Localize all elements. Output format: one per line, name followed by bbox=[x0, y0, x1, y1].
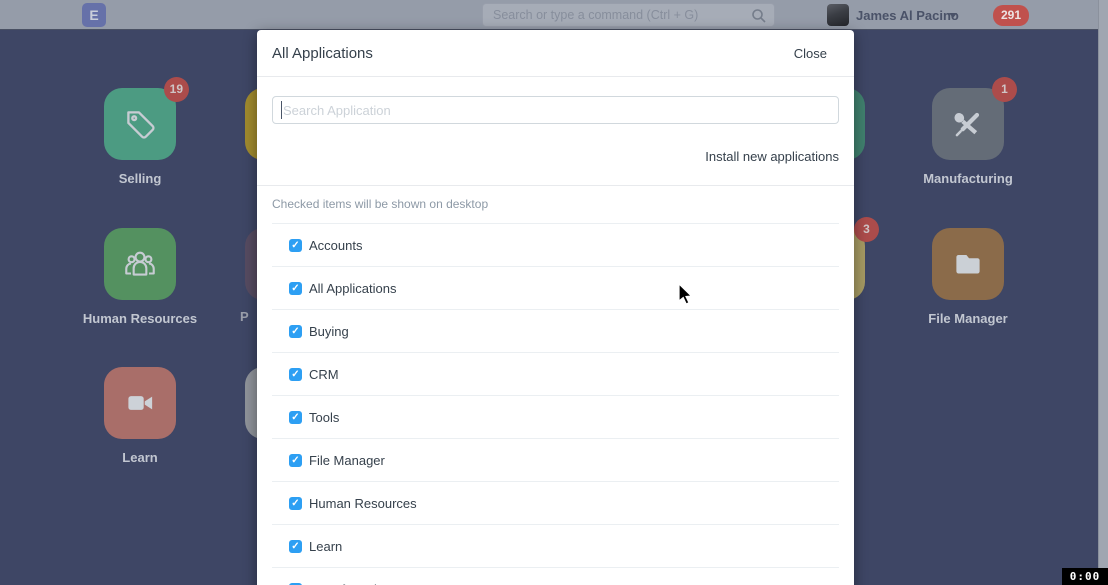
global-search-input[interactable] bbox=[483, 4, 774, 26]
checkbox-checked[interactable]: ✓ bbox=[289, 239, 302, 252]
checkbox-checked[interactable]: ✓ bbox=[289, 454, 302, 467]
unread-badge: 3 bbox=[854, 217, 879, 242]
tile-label: Human Resources bbox=[44, 311, 236, 326]
global-search-box bbox=[482, 3, 775, 27]
list-item-label: Learn bbox=[309, 539, 342, 554]
search-icon bbox=[751, 8, 767, 24]
list-item-buying[interactable]: ✓ Buying bbox=[272, 309, 839, 352]
mouse-cursor bbox=[678, 284, 694, 306]
desktop-app-human-resources[interactable]: Human Resources bbox=[104, 228, 176, 300]
video-camera-icon bbox=[104, 367, 176, 439]
checkbox-checked[interactable]: ✓ bbox=[289, 368, 302, 381]
list-item-label: Accounts bbox=[309, 238, 362, 253]
list-item-file-manager[interactable]: ✓ File Manager bbox=[272, 438, 839, 481]
checkbox-checked[interactable]: ✓ bbox=[289, 325, 302, 338]
list-item-label: Manufacturing bbox=[309, 582, 391, 585]
list-item-label: Human Resources bbox=[309, 496, 417, 511]
list-item-label: All Applications bbox=[309, 281, 396, 296]
wrench-screwdriver-icon bbox=[932, 88, 1004, 160]
app-screen: E James Al Pacino 291 19 Selling bbox=[0, 0, 1108, 585]
checkbox-checked[interactable]: ✓ bbox=[289, 540, 302, 553]
partial-tile-label: P bbox=[240, 309, 249, 324]
tile-label: Manufacturing bbox=[872, 171, 1064, 186]
dialog-header: All Applications Close bbox=[257, 30, 854, 77]
folder-icon bbox=[932, 228, 1004, 300]
desktop-app-learn[interactable]: Learn bbox=[104, 367, 176, 439]
application-search-input[interactable] bbox=[272, 96, 839, 124]
list-item-human-resources[interactable]: ✓ Human Resources bbox=[272, 481, 839, 524]
app-logo[interactable]: E bbox=[82, 3, 106, 27]
list-item-learn[interactable]: ✓ Learn bbox=[272, 524, 839, 567]
list-item-label: File Manager bbox=[309, 453, 385, 468]
page-scrollbar[interactable] bbox=[1098, 0, 1108, 585]
desktop-app-manufacturing[interactable]: 1 Manufacturing bbox=[932, 88, 1004, 160]
divider bbox=[257, 185, 854, 186]
checkbox-checked[interactable]: ✓ bbox=[289, 497, 302, 510]
chevron-down-icon bbox=[949, 13, 957, 18]
list-item-label: Tools bbox=[309, 410, 339, 425]
list-item-label: Buying bbox=[309, 324, 349, 339]
unread-badge: 19 bbox=[164, 77, 189, 102]
checked-items-hint: Checked items will be shown on desktop bbox=[272, 197, 839, 211]
list-item-accounts[interactable]: ✓ Accounts bbox=[272, 223, 839, 266]
desktop-app-selling[interactable]: 19 Selling bbox=[104, 88, 176, 160]
all-applications-dialog: All Applications Close Install new appli… bbox=[257, 30, 854, 585]
user-avatar[interactable] bbox=[827, 4, 849, 26]
tag-icon bbox=[104, 88, 176, 160]
notification-count-badge[interactable]: 291 bbox=[993, 5, 1029, 26]
recording-timer: 0:00 bbox=[1062, 568, 1108, 585]
user-menu[interactable]: James Al Pacino bbox=[856, 8, 959, 23]
navbar: E James Al Pacino 291 bbox=[0, 0, 1108, 30]
people-icon bbox=[104, 228, 176, 300]
install-new-applications-link[interactable]: Install new applications bbox=[705, 149, 839, 164]
close-button[interactable]: Close bbox=[794, 46, 827, 61]
checkbox-checked[interactable]: ✓ bbox=[289, 282, 302, 295]
list-item-manufacturing[interactable]: ✓ Manufacturing bbox=[272, 567, 839, 585]
tile-label: File Manager bbox=[872, 311, 1064, 326]
application-list: ✓ Accounts ✓ All Applications ✓ Buying ✓… bbox=[272, 223, 839, 585]
tile-label: Learn bbox=[44, 450, 236, 465]
checkbox-checked[interactable]: ✓ bbox=[289, 411, 302, 424]
text-caret bbox=[281, 101, 282, 119]
list-item-tools[interactable]: ✓ Tools bbox=[272, 395, 839, 438]
unread-badge: 1 bbox=[992, 77, 1017, 102]
list-item-crm[interactable]: ✓ CRM bbox=[272, 352, 839, 395]
desktop-app-file-manager[interactable]: File Manager bbox=[932, 228, 1004, 300]
list-item-all-applications[interactable]: ✓ All Applications bbox=[272, 266, 839, 309]
dialog-title: All Applications bbox=[272, 45, 373, 62]
tile-label: Selling bbox=[44, 171, 236, 186]
dialog-body: Install new applications Checked items w… bbox=[257, 96, 854, 585]
list-item-label: CRM bbox=[309, 367, 339, 382]
